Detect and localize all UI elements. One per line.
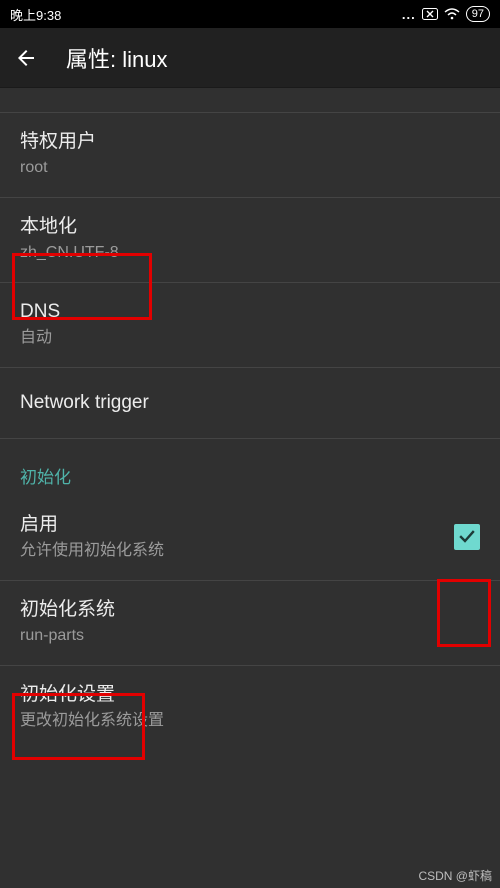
battery-icon: 97 <box>466 6 490 22</box>
settings-list: 特权用户 root 本地化 zh_CN.UTF-8 DNS 自动 Network… <box>0 88 500 750</box>
item-dns[interactable]: DNS 自动 <box>0 283 500 367</box>
app-bar: 属性: linux <box>0 28 500 88</box>
item-title: 初始化设置 <box>20 682 164 708</box>
checkbox-enable-init[interactable] <box>454 524 480 550</box>
item-title: 本地化 <box>20 214 119 240</box>
item-title: 启用 <box>20 512 164 538</box>
signal-dots-icon: ... <box>402 7 416 22</box>
item-title: 初始化系统 <box>20 597 115 623</box>
watermark: CSDN @虾稿 <box>418 867 492 884</box>
page-title: 属性: linux <box>66 42 167 74</box>
status-time: 晚上9:38 <box>10 5 61 24</box>
item-title: 特权用户 <box>20 129 96 155</box>
item-sub: zh_CN.UTF-8 <box>20 242 119 264</box>
item-init-settings[interactable]: 初始化设置 更改初始化系统设置 <box>0 666 500 750</box>
section-title: 初始化 <box>20 468 71 487</box>
item-sub: root <box>20 157 96 179</box>
status-bar: 晚上9:38 ... 97 <box>0 0 500 28</box>
check-icon <box>458 528 476 546</box>
item-sub: 允许使用初始化系统 <box>20 540 164 562</box>
item-enable-init[interactable]: 启用 允许使用初始化系统 <box>0 496 500 580</box>
back-arrow-icon[interactable] <box>14 46 38 70</box>
section-header-init: 初始化 <box>0 439 500 496</box>
item-locale[interactable]: 本地化 zh_CN.UTF-8 <box>0 198 500 282</box>
item-sub: run-parts <box>20 625 115 647</box>
item-init-system[interactable]: 初始化系统 run-parts <box>0 581 500 665</box>
item-sub: 自动 <box>20 327 60 349</box>
wifi-icon <box>444 8 460 20</box>
item-network-trigger[interactable]: Network trigger <box>0 368 500 438</box>
item-title: Network trigger <box>20 390 149 416</box>
item-sub: 更改初始化系统设置 <box>20 710 164 732</box>
item-title: DNS <box>20 299 60 325</box>
close-box-icon <box>422 8 438 20</box>
item-privileged-user[interactable]: 特权用户 root <box>0 113 500 197</box>
